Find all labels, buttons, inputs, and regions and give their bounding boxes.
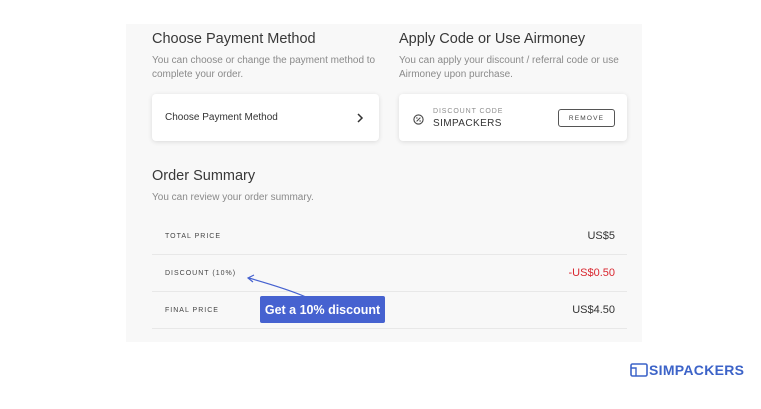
summary-row-final: FINAL PRICE US$4.50 [152,292,627,329]
summary-section-description: You can review your order summary. [152,192,314,203]
payment-section-title: Choose Payment Method [152,31,316,47]
choose-payment-method-card[interactable]: Choose Payment Method [152,94,379,141]
summary-row-total: TOTAL PRICE US$5 [152,218,627,255]
discount-value: -US$0.50 [568,267,615,279]
total-price-value: US$5 [587,230,615,242]
total-price-label: TOTAL PRICE [165,232,221,240]
summary-row-discount: DISCOUNT (10%) -US$0.50 [152,255,627,292]
payment-method-label: Choose Payment Method [165,112,278,123]
brand-name: SIMPACKERS [649,362,745,378]
payment-section-description: You can choose or change the payment met… [152,55,376,80]
logo-card-icon [630,363,648,377]
brand-logo: SIMPACKERS [630,361,744,379]
discount-annotation: Get a 10% discount [260,296,385,323]
discount-code-caption: DISCOUNT CODE [433,108,504,115]
remove-button[interactable]: REMOVE [558,109,615,127]
discount-label: DISCOUNT (10%) [165,269,237,277]
discount-code-value: SIMPACKERS [433,118,502,129]
code-section-description: You can apply your discount / referral c… [399,55,619,80]
summary-section-title: Order Summary [152,168,256,184]
discount-icon [413,112,424,125]
chevron-right-icon [355,112,365,123]
discount-code-card: DISCOUNT CODE SIMPACKERS REMOVE [399,94,627,141]
final-price-value: US$4.50 [572,304,615,316]
final-price-label: FINAL PRICE [165,306,219,314]
code-section-title: Apply Code or Use Airmoney [399,31,586,47]
